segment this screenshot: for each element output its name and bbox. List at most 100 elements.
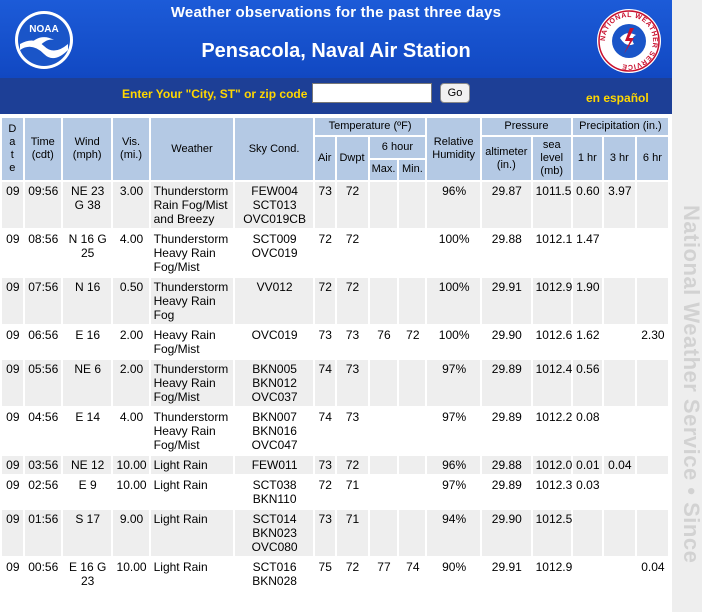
- cell-weather: Heavy Rain Fog/Mist: [150, 326, 234, 358]
- cell-precip-6hr: [636, 230, 668, 276]
- cell-humidity: 100%: [427, 230, 481, 276]
- col-time: Time (cdt): [24, 118, 61, 180]
- cell-min: 72: [399, 326, 426, 358]
- cell-wind: E 16 G 23: [62, 558, 112, 590]
- cell-weather: Thunderstorm Heavy Rain Fog/Mist: [150, 408, 234, 454]
- cell-max: [369, 360, 398, 406]
- cell-date: 09: [2, 182, 23, 228]
- cell-altimeter: 29.90: [482, 326, 531, 358]
- cell-min: [399, 408, 426, 454]
- col-humidity: Relative Humidity: [427, 118, 481, 180]
- cell-min: [399, 456, 426, 474]
- cell-air: 73: [314, 510, 335, 556]
- cell-time: 04:56: [24, 408, 61, 454]
- city-zip-input[interactable]: [312, 83, 432, 103]
- cell-precip-6hr: [636, 456, 668, 474]
- cell-precip-3hr: 3.97: [603, 182, 635, 228]
- cell-sea-level: 1012.4: [532, 360, 572, 406]
- cell-humidity: 94%: [427, 510, 481, 556]
- cell-visibility: 10.00: [113, 476, 149, 508]
- col-visibility: Vis. (mi.): [113, 118, 149, 180]
- table-row: 09 06:56 E 16 2.00 Heavy Rain Fog/Mist OVC019…: [2, 326, 668, 358]
- cell-precip-6hr: [636, 510, 668, 556]
- cell-altimeter: 29.89: [482, 408, 531, 454]
- cell-wind: N 16 G 25: [62, 230, 112, 276]
- cell-sky: FEW011: [235, 456, 313, 474]
- cell-precip-1hr: 0.03: [572, 476, 602, 508]
- col-min: Min.: [399, 159, 426, 180]
- page-header: NOAA Weather observations for the past t…: [0, 0, 672, 78]
- cell-humidity: 96%: [427, 456, 481, 474]
- cell-altimeter: 29.91: [482, 278, 531, 324]
- table-row: 09 09:56 NE 23 G 38 3.00 Thunderstorm Rain F…: [2, 182, 668, 228]
- cell-wind: N 16: [62, 278, 112, 324]
- cell-min: [399, 476, 426, 508]
- cell-precip-6hr: [636, 476, 668, 508]
- table-row: 09 01:56 S 17 9.00 Light Rain SCT014 BKN023 O…: [2, 510, 668, 556]
- cell-wind: S 17: [62, 510, 112, 556]
- cell-max: [369, 230, 398, 276]
- cell-precip-1hr: 0.56: [572, 360, 602, 406]
- cell-altimeter: 29.91: [482, 558, 531, 590]
- cell-air: 73: [314, 326, 335, 358]
- cell-wind: E 16: [62, 326, 112, 358]
- cell-dewpoint: 72: [336, 558, 368, 590]
- cell-precip-3hr: [603, 360, 635, 406]
- cell-min: [399, 182, 426, 228]
- cell-weather: Thunderstorm Heavy Rain Fog: [150, 278, 234, 324]
- cell-visibility: 4.00: [113, 230, 149, 276]
- table-row: 09 04:56 E 14 4.00 Thunderstorm Heavy Rain F…: [2, 408, 668, 454]
- cell-precip-1hr: 0.60: [572, 182, 602, 228]
- cell-weather: Light Rain: [150, 476, 234, 508]
- cell-air: 72: [314, 230, 335, 276]
- cell-visibility: 3.00: [113, 182, 149, 228]
- table-row: 09 02:56 E 9 10.00 Light Rain SCT038 BKN110 72…: [2, 476, 668, 508]
- col-altimeter: altimeter (in.): [482, 137, 531, 180]
- cell-sky: BKN007 BKN016 OVC047: [235, 408, 313, 454]
- cell-sky: FEW004 SCT013 OVC019CB: [235, 182, 313, 228]
- cell-weather: Thunderstorm Heavy Rain Fog/Mist: [150, 230, 234, 276]
- search-prompt: Enter Your "City, ST" or zip code: [122, 87, 308, 101]
- cell-sky: SCT016 BKN028: [235, 558, 313, 590]
- cell-min: 74: [399, 558, 426, 590]
- cell-weather: Light Rain: [150, 456, 234, 474]
- cell-air: 74: [314, 360, 335, 406]
- cell-sea-level: 1012.2: [532, 408, 572, 454]
- col-dewpoint: Dwpt: [336, 137, 368, 180]
- cell-precip-6hr: 2.30: [636, 326, 668, 358]
- nws-logo-icon[interactable]: NATIONAL WEATHER SERVICE: [596, 8, 662, 74]
- cell-altimeter: 29.89: [482, 360, 531, 406]
- cell-visibility: 4.00: [113, 408, 149, 454]
- cell-sky: OVC019: [235, 326, 313, 358]
- col-sky: Sky Cond.: [235, 118, 313, 180]
- cell-time: 08:56: [24, 230, 61, 276]
- cell-max: [369, 182, 398, 228]
- cell-time: 07:56: [24, 278, 61, 324]
- col-sea-level: sea level (mb): [532, 137, 571, 180]
- cell-precip-3hr: [603, 326, 635, 358]
- cell-visibility: 10.00: [113, 456, 149, 474]
- col-air: Air: [314, 137, 335, 180]
- table-row: 09 05:56 NE 6 2.00 Thunderstorm Heavy Rain F…: [2, 360, 668, 406]
- cell-precip-3hr: 0.04: [603, 456, 635, 474]
- cell-humidity: 100%: [427, 326, 481, 358]
- go-button[interactable]: Go: [440, 83, 470, 103]
- espanol-link[interactable]: en español: [586, 91, 649, 105]
- cell-precip-1hr: 1.47: [572, 230, 602, 276]
- cell-sea-level: 1012.6: [532, 326, 572, 358]
- cell-wind: NE 12: [62, 456, 112, 474]
- cell-date: 09: [2, 278, 23, 324]
- cell-sea-level: 1012.5: [532, 510, 572, 556]
- cell-humidity: 96%: [427, 182, 481, 228]
- cell-min: [399, 278, 426, 324]
- cell-precip-1hr: [572, 558, 602, 590]
- cell-altimeter: 29.88: [482, 456, 531, 474]
- cell-max: [369, 456, 398, 474]
- cell-humidity: 97%: [427, 476, 481, 508]
- cell-dewpoint: 72: [336, 456, 368, 474]
- cell-precip-6hr: [636, 278, 668, 324]
- cell-sea-level: 1012.3: [532, 476, 572, 508]
- cell-altimeter: 29.89: [482, 476, 531, 508]
- cell-precip-3hr: [603, 408, 635, 454]
- cell-precip-3hr: [603, 230, 635, 276]
